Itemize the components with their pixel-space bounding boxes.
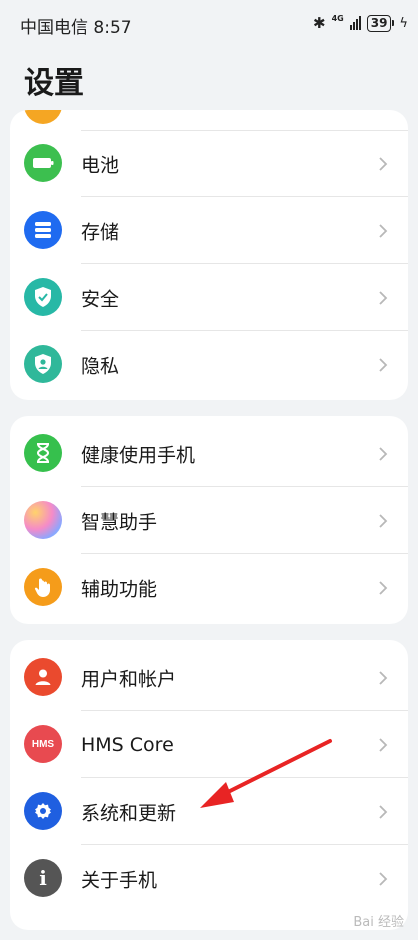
- chevron-right-icon: [379, 737, 388, 752]
- gear-icon: [24, 792, 62, 830]
- settings-item-digital-balance[interactable]: 健康使用手机: [10, 420, 408, 487]
- settings-item-label: 安全: [81, 288, 120, 310]
- settings-item-label: 存储: [81, 221, 120, 243]
- settings-item-label: 健康使用手机: [81, 444, 196, 466]
- charging-icon: ϟ: [399, 15, 408, 31]
- settings-item-label: HMS Core: [81, 733, 174, 756]
- status-icons: ✱ 4G 39 ϟ: [313, 12, 408, 34]
- storage-icon: [24, 211, 62, 249]
- chevron-right-icon: [379, 357, 388, 372]
- settings-item-label: 智慧助手: [81, 511, 158, 533]
- privacy-icon: [24, 345, 62, 383]
- carrier-time: 中国电信 8:57: [20, 18, 132, 38]
- shield-icon: [24, 278, 62, 316]
- chevron-right-icon: [379, 223, 388, 238]
- settings-item-hms-core[interactable]: HMS HMS Core: [10, 711, 408, 778]
- chevron-right-icon: [379, 156, 388, 171]
- settings-group-device: 电池 存储 安全 隐私: [10, 110, 408, 400]
- settings-item-label: 隐私: [81, 355, 120, 377]
- hms-icon: HMS: [24, 725, 62, 763]
- battery-icon: [24, 144, 62, 182]
- assistant-icon: [24, 501, 62, 539]
- info-icon-text: i: [39, 866, 47, 890]
- settings-item-system-update[interactable]: 系统和更新: [10, 778, 408, 845]
- settings-item-storage[interactable]: 存储: [10, 197, 408, 264]
- chevron-right-icon: [379, 804, 388, 819]
- settings-group-system: 用户和帐户 HMS HMS Core 系统和更新 i 关于手机: [10, 640, 408, 930]
- chevron-right-icon: [379, 290, 388, 305]
- chevron-right-icon: [379, 513, 388, 528]
- hourglass-icon: [24, 434, 62, 472]
- settings-item-about-phone[interactable]: i 关于手机: [10, 845, 408, 912]
- settings-item-smart-assistant[interactable]: 智慧助手: [10, 487, 408, 554]
- settings-group-assist: 健康使用手机 智慧助手 辅助功能: [10, 416, 408, 624]
- settings-item-label: 辅助功能: [81, 578, 158, 600]
- page-title: 设置: [24, 66, 84, 101]
- hms-icon-text: HMS: [31, 738, 55, 750]
- battery-level: 39: [366, 14, 395, 32]
- chevron-right-icon: [379, 871, 388, 886]
- settings-item-label: 关于手机: [81, 869, 158, 891]
- settings-item-label: 系统和更新: [81, 802, 177, 824]
- settings-item-battery[interactable]: 电池: [10, 130, 408, 197]
- chevron-right-icon: [379, 670, 388, 685]
- settings-item-privacy[interactable]: 隐私: [10, 331, 408, 398]
- bluetooth-icon: ✱: [313, 14, 326, 32]
- settings-item-security[interactable]: 安全: [10, 264, 408, 331]
- settings-item-label: 用户和帐户: [81, 668, 177, 690]
- info-icon: i: [24, 859, 62, 897]
- status-bar: 中国电信 8:57 ✱ 4G 39 ϟ: [0, 0, 418, 46]
- hand-icon: [24, 568, 62, 606]
- signal-icon: [349, 16, 361, 30]
- watermark: Bai 经验: [353, 915, 404, 930]
- network-type: 4G: [331, 13, 344, 23]
- chevron-right-icon: [379, 580, 388, 595]
- user-icon: [24, 658, 62, 696]
- settings-item-accessibility[interactable]: 辅助功能: [10, 554, 408, 621]
- partial-item-icon: [24, 110, 62, 124]
- chevron-right-icon: [379, 446, 388, 461]
- settings-item-label: 电池: [81, 154, 120, 176]
- settings-item-users-accounts[interactable]: 用户和帐户: [10, 644, 408, 711]
